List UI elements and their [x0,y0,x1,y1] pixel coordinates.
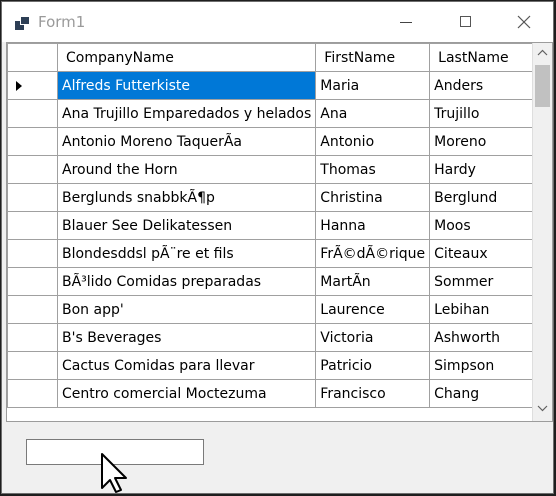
table-row[interactable]: Blondesddsl pÃ¨re et fils FrÃ©dÃ©rique Cit… [7,239,545,268]
cell-firstname[interactable]: Victoria [315,323,431,352]
row-header-cell[interactable] [7,183,58,212]
cell-lastname[interactable]: Simpson [429,351,545,380]
cell-companyname[interactable]: Blauer See Delikatessen [56,211,317,240]
column-header-companyname[interactable]: CompanyName [56,43,317,72]
table-row[interactable]: Blauer See Delikatessen Hanna Moos [7,211,545,240]
vertical-scrollbar[interactable] [532,43,552,421]
data-grid-view[interactable]: CompanyName FirstName LastName Alfreds F… [6,42,553,422]
table-row[interactable]: Cactus Comidas para llevar Patricio Simpso… [7,351,545,380]
cell-firstname[interactable]: Thomas [315,155,431,184]
maximize-button[interactable] [445,2,491,42]
table-row[interactable]: Ana Trujillo Emparedados y helados Ana Tru… [7,99,545,128]
cell-lastname[interactable]: Moos [429,211,545,240]
cell-companyname[interactable]: Bon app' [56,295,317,324]
form1-window: Form1 CompanyName FirstName LastName Alf… [1,1,554,494]
cell-companyname[interactable]: Around the Horn [56,155,317,184]
cell-lastname[interactable]: Citeaux [429,239,545,268]
cell-lastname[interactable]: Anders [429,71,545,100]
cell-companyname[interactable]: Berglunds snabbkÃ¶p [56,183,317,212]
row-header-cell[interactable] [7,379,58,408]
row-header-cell[interactable] [7,267,58,296]
cell-lastname[interactable]: Hardy [429,155,545,184]
row-header-cell[interactable] [7,99,58,128]
table-row[interactable]: Around the Horn Thomas Hardy [7,155,545,184]
table-row[interactable]: Antonio Moreno TaquerÃ­a Antonio Moreno [7,127,545,156]
grid-body: Alfreds Futterkiste Maria Anders Ana Trujil… [7,71,545,408]
table-row[interactable]: Alfreds Futterkiste Maria Anders [7,71,545,100]
cell-lastname[interactable]: Chang [429,379,545,408]
row-indicator-arrow-icon [16,80,22,91]
cell-firstname[interactable]: Hanna [315,211,431,240]
table-row[interactable]: B's Beverages Victoria Ashworth [7,323,545,352]
cell-firstname[interactable]: Ana [315,99,431,128]
cell-lastname[interactable]: Trujillo [429,99,545,128]
close-icon [517,15,531,29]
cell-lastname[interactable]: Berglund [429,183,545,212]
table-row[interactable]: Berglunds snabbkÃ¶p Christina Berglund [7,183,545,212]
column-header-firstname[interactable]: FirstName [315,43,431,72]
mouse-pointer-icon [101,453,127,493]
cell-lastname[interactable]: Lebihan [429,295,545,324]
cell-firstname[interactable]: Maria [315,71,431,100]
scrollbar-thumb[interactable] [535,65,550,107]
cell-firstname[interactable]: Laurence [315,295,431,324]
cell-companyname[interactable]: Blondesddsl pÃ¨re et fils [56,239,317,268]
cell-lastname[interactable]: Sommer [429,267,545,296]
title-bar[interactable]: Form1 [2,2,553,42]
row-header-cell[interactable] [7,127,58,156]
form-app-icon [15,15,31,31]
cell-firstname[interactable]: Antonio [315,127,431,156]
cell-companyname[interactable]: BÃ³lido Comidas preparadas [56,267,317,296]
cell-firstname[interactable]: MartÃ­n [315,267,431,296]
cell-companyname[interactable]: Ana Trujillo Emparedados y helados [56,99,317,128]
cell-companyname[interactable]: Alfreds Futterkiste [56,71,317,100]
table-row[interactable]: Bon app' Laurence Lebihan [7,295,545,324]
cell-firstname[interactable]: Christina [315,183,431,212]
row-header-cell[interactable] [7,211,58,240]
scroll-up-arrow-icon[interactable] [537,49,548,56]
cell-lastname[interactable]: Moreno [429,127,545,156]
minimize-icon [400,22,412,23]
scroll-down-arrow-icon[interactable] [537,405,548,412]
row-header-cell[interactable] [7,71,58,100]
table-row[interactable]: BÃ³lido Comidas preparadas MartÃ­n Sommer [7,267,545,296]
row-header-cell[interactable] [7,239,58,268]
grid-table: CompanyName FirstName LastName Alfreds F… [7,43,545,408]
minimize-button[interactable] [400,2,446,42]
header-row: CompanyName FirstName LastName [7,43,545,72]
row-header-cell[interactable] [7,323,58,352]
top-left-header-cell[interactable] [7,43,58,72]
maximize-icon [460,16,471,27]
cell-companyname[interactable]: Centro comercial Moctezuma [56,379,317,408]
cell-firstname[interactable]: Francisco [315,379,431,408]
cell-companyname[interactable]: B's Beverages [56,323,317,352]
row-header-cell[interactable] [7,351,58,380]
cell-firstname[interactable]: FrÃ©dÃ©rique [315,239,431,268]
cell-lastname[interactable]: Ashworth [429,323,545,352]
table-row[interactable]: Centro comercial Moctezuma Francisco Chang [7,379,545,408]
cell-companyname[interactable]: Antonio Moreno TaquerÃ­a [56,127,317,156]
cell-companyname[interactable]: Cactus Comidas para llevar [56,351,317,380]
window-title: Form1 [38,13,86,31]
close-button[interactable] [501,2,547,42]
row-header-cell[interactable] [7,295,58,324]
column-header-lastname[interactable]: LastName [429,43,545,72]
cell-firstname[interactable]: Patricio [315,351,431,380]
row-header-cell[interactable] [7,155,58,184]
